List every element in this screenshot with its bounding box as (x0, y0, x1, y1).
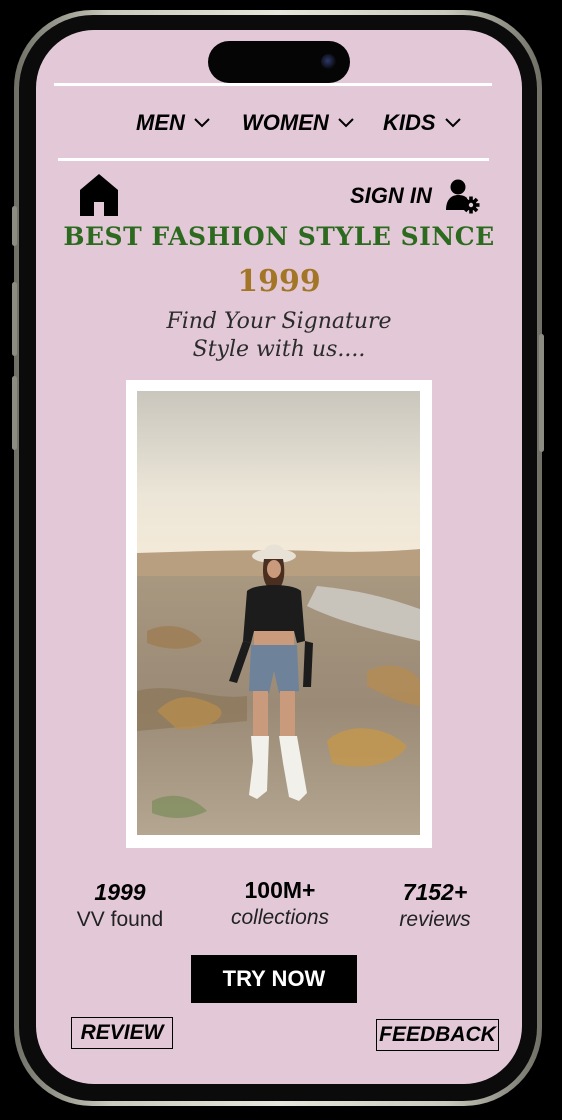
stat-reviews-label: reviews (399, 908, 471, 931)
nav-label-men: MEN (136, 110, 185, 135)
hero-photo (137, 391, 420, 835)
headline: BEST FASHION STYLE SINCE (63, 222, 495, 251)
stat-collections-value: 100M+ (244, 877, 316, 903)
dynamic-island (208, 41, 350, 83)
power-button (539, 334, 544, 452)
nav-item-women[interactable]: WOMEN (242, 110, 355, 136)
nav-item-kids[interactable]: KIDS (383, 110, 462, 136)
tagline: Find Your Signature Style with us.... (116, 308, 442, 364)
chevron-down-icon (444, 118, 461, 128)
stat-years-label: VV found (76, 908, 164, 931)
nav-label-women: WOMEN (242, 110, 329, 135)
stat-years: 1999 VV found (45, 878, 195, 934)
nav-label-kids: KIDS (383, 110, 436, 135)
tagline-line-2: Style with us.... (192, 337, 366, 362)
review-button[interactable]: REVIEW (71, 1017, 173, 1049)
feedback-button[interactable]: FEEDBACK (376, 1019, 499, 1051)
stat-years-value: 1999 (94, 879, 146, 905)
home-icon[interactable] (78, 172, 120, 218)
try-now-button[interactable]: TRY NOW (191, 955, 357, 1003)
volume-up-button (12, 282, 17, 356)
stat-reviews-value: 7152+ (402, 879, 468, 905)
sign-in-button[interactable]: SIGN IN (350, 178, 480, 214)
user-gear-icon (445, 179, 480, 214)
stat-collections-label: collections (230, 906, 330, 929)
phone-screen: MEN WOMEN KIDS SIGN IN BEST FASHION STYL… (36, 30, 522, 1084)
front-camera (321, 54, 336, 69)
mute-switch (12, 206, 17, 246)
hero-photo-frame (126, 380, 432, 848)
top-divider (54, 83, 492, 86)
volume-down-button (12, 376, 17, 450)
stat-reviews: 7152+ reviews (360, 878, 510, 934)
nav-divider (58, 158, 489, 161)
headline-year: 1999 (237, 264, 321, 299)
nav-item-men[interactable]: MEN (136, 110, 211, 136)
sign-in-label: SIGN IN (350, 183, 432, 208)
tagline-line-1: Find Your Signature (166, 309, 392, 334)
stat-collections: 100M+ collections (205, 876, 355, 932)
chevron-down-icon (338, 118, 354, 128)
chevron-down-icon (194, 118, 210, 128)
